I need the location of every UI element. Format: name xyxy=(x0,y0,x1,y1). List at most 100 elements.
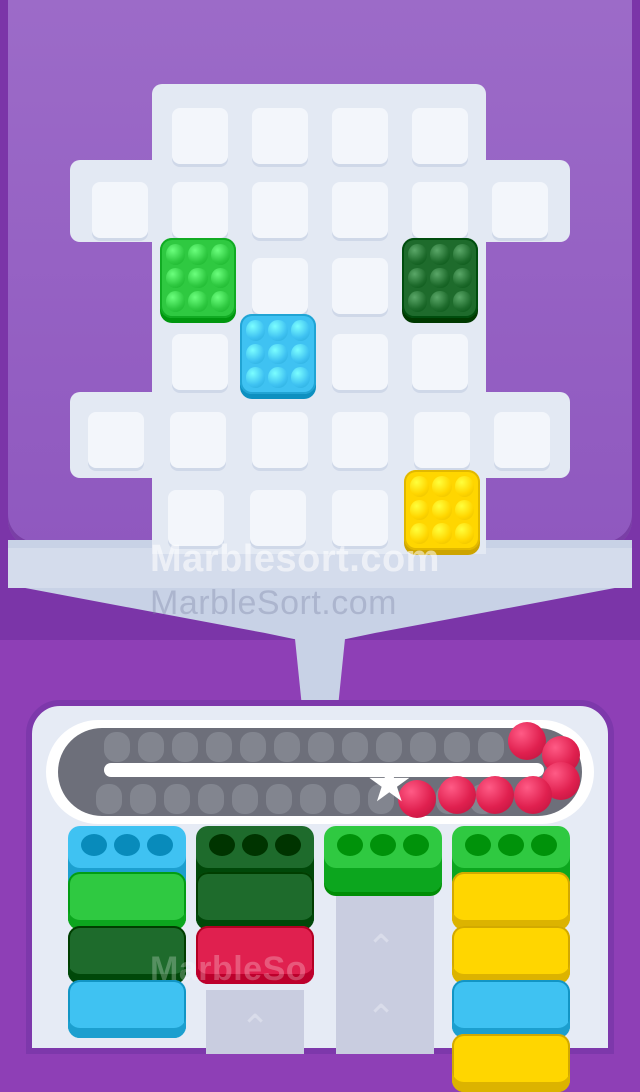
conveyor-slot xyxy=(266,784,292,814)
block-marble xyxy=(430,291,450,312)
column-hole xyxy=(498,834,524,856)
column-hole xyxy=(531,834,557,856)
star-icon: ★ xyxy=(366,755,413,813)
block-marble xyxy=(210,244,230,265)
column-segment xyxy=(452,1034,570,1092)
block-marble xyxy=(210,291,230,312)
conveyor-slot xyxy=(130,784,156,814)
conveyor-slot xyxy=(232,784,258,814)
block-marble xyxy=(290,320,310,341)
block-marble xyxy=(246,320,266,341)
block-marble xyxy=(268,320,288,341)
grid-cell[interactable] xyxy=(332,258,388,314)
grid-cell[interactable] xyxy=(332,334,388,390)
grid-cell[interactable] xyxy=(252,108,308,164)
column-hole xyxy=(403,834,429,856)
watermark: Marblesort.com xyxy=(150,538,440,580)
grid-cell[interactable] xyxy=(172,108,228,164)
grid-cell[interactable] xyxy=(170,412,226,468)
grid-cell[interactable] xyxy=(414,412,470,468)
conveyor-slot xyxy=(444,732,470,762)
column-hole xyxy=(147,834,173,856)
block-marble xyxy=(452,291,472,312)
block-marble xyxy=(268,367,288,388)
grid-cell[interactable] xyxy=(332,108,388,164)
grid-cell[interactable] xyxy=(332,182,388,238)
green-block[interactable] xyxy=(160,238,236,318)
conveyor-slot xyxy=(334,784,360,814)
grid-cell[interactable] xyxy=(252,412,308,468)
grid-cell[interactable] xyxy=(412,108,468,164)
grid-cell[interactable] xyxy=(172,334,228,390)
block-marble xyxy=(246,367,266,388)
grid-cell[interactable] xyxy=(88,412,144,468)
grid-cell[interactable] xyxy=(492,182,548,238)
red-marble xyxy=(508,722,546,760)
block-marble xyxy=(454,523,474,544)
chevron-up-icon: ⌃ xyxy=(366,997,397,1038)
block-marble xyxy=(188,244,208,265)
block-marble xyxy=(166,244,186,265)
block-marble xyxy=(432,499,452,521)
block-marble xyxy=(452,244,472,265)
watermark: MarbleSo xyxy=(150,950,308,988)
grid-cell[interactable] xyxy=(412,334,468,390)
conveyor-slot xyxy=(410,732,436,762)
column-hole xyxy=(81,834,107,856)
block-marble xyxy=(410,476,430,497)
column-hole xyxy=(114,834,140,856)
conveyor-slot xyxy=(138,732,164,762)
block-marble xyxy=(454,499,474,521)
grid-cell[interactable] xyxy=(252,182,308,238)
grid-cell[interactable] xyxy=(332,412,388,468)
column-hole xyxy=(242,834,268,856)
conveyor-slot xyxy=(342,732,368,762)
grid-cell[interactable] xyxy=(92,182,148,238)
conveyor-slot xyxy=(164,784,190,814)
block-marble xyxy=(410,499,430,521)
grid-cell[interactable] xyxy=(172,182,228,238)
column-head[interactable] xyxy=(324,826,442,892)
chevron-up-icon: ⌃ xyxy=(366,927,397,968)
watermark: MarbleSort.com xyxy=(150,584,397,622)
column-segment xyxy=(68,872,186,930)
block-marble xyxy=(408,267,428,289)
column-hole xyxy=(370,834,396,856)
block-marble xyxy=(408,291,428,312)
block-marble xyxy=(430,244,450,265)
block-marble xyxy=(188,291,208,312)
column-segment xyxy=(452,980,570,1038)
column-hole xyxy=(337,834,363,856)
conveyor-rail xyxy=(104,763,544,777)
block-marble xyxy=(290,343,310,365)
red-marble xyxy=(514,776,552,814)
chevron-up-icon: ⌃ xyxy=(240,1007,271,1048)
cyan-block[interactable] xyxy=(240,314,316,394)
conveyor-slot xyxy=(300,784,326,814)
column-segment xyxy=(452,872,570,930)
block-marble xyxy=(210,267,230,289)
block-marble xyxy=(432,476,452,497)
block-marble xyxy=(290,367,310,388)
block-marble xyxy=(408,244,428,265)
conveyor-slot xyxy=(104,732,130,762)
conveyor-slot xyxy=(198,784,224,814)
conveyor-slot xyxy=(96,784,122,814)
block-marble xyxy=(246,343,266,365)
conveyor-slot xyxy=(274,732,300,762)
dark-green-block[interactable] xyxy=(402,238,478,318)
block-marble xyxy=(268,343,288,365)
block-marble xyxy=(430,267,450,289)
grid-cell[interactable] xyxy=(494,412,550,468)
conveyor-slot xyxy=(478,732,504,762)
column-hole xyxy=(209,834,235,856)
conveyor-slot xyxy=(240,732,266,762)
conveyor-slot xyxy=(308,732,334,762)
grid-cell[interactable] xyxy=(252,258,308,314)
grid-cell[interactable] xyxy=(412,182,468,238)
column-hole xyxy=(275,834,301,856)
column-segment xyxy=(452,926,570,984)
conveyor-slot xyxy=(206,732,232,762)
red-marble xyxy=(438,776,476,814)
block-marble xyxy=(452,267,472,289)
